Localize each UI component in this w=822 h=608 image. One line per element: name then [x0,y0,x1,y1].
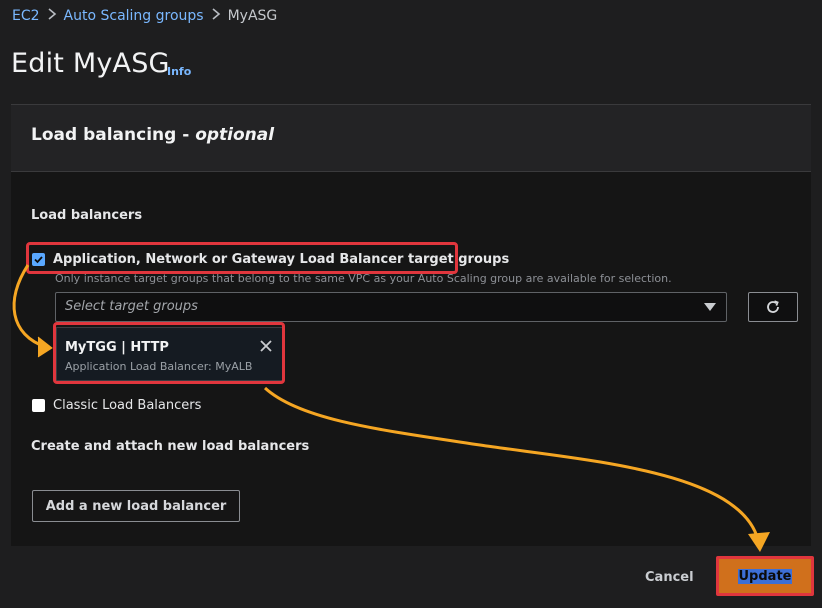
selected-target-group-token: MyTGG | HTTP Application Load Balancer: … [56,327,284,381]
load-balancing-panel: Load balancing - optional [11,104,811,546]
section-title-main: Load balancing - [31,125,196,145]
create-attach-heading: Create and attach new load balancers [31,439,310,454]
cancel-button[interactable]: Cancel [645,570,694,585]
target-groups-label[interactable]: Application, Network or Gateway Load Bal… [53,252,509,267]
breadcrumb-ec2[interactable]: EC2 [12,8,40,24]
breadcrumb-auto-scaling-groups[interactable]: Auto Scaling groups [64,8,204,24]
section-title-optional: optional [195,125,275,145]
update-button[interactable]: Update [716,556,814,596]
classic-lb-checkbox[interactable] [32,399,45,412]
refresh-icon [767,300,779,313]
section-title: Load balancing - optional [31,125,274,145]
breadcrumb: EC2 Auto Scaling groups MyASG [12,8,277,24]
caret-down-icon [704,303,716,311]
page-title: Edit MyASG [11,48,170,79]
check-icon [34,256,43,264]
close-icon[interactable] [259,338,273,352]
classic-lb-label[interactable]: Classic Load Balancers [53,398,201,413]
token-detail: Application Load Balancer: MyALB [65,360,253,373]
select-placeholder: Select target groups [65,299,198,314]
refresh-button[interactable] [748,292,798,322]
target-groups-select[interactable]: Select target groups [55,292,727,322]
target-groups-checkbox[interactable] [32,253,45,266]
target-groups-hint: Only instance target groups that belong … [55,272,672,285]
token-name: MyTGG | HTTP [65,340,169,355]
chevron-right-icon [44,8,60,24]
load-balancers-label: Load balancers [31,208,143,223]
panel-header: Load balancing - optional [11,105,811,172]
info-link[interactable]: Info [167,65,191,78]
add-load-balancer-button[interactable]: Add a new load balancer [32,490,240,522]
update-button-label: Update [737,568,793,584]
chevron-right-icon [208,8,224,24]
breadcrumb-current: MyASG [227,8,278,24]
